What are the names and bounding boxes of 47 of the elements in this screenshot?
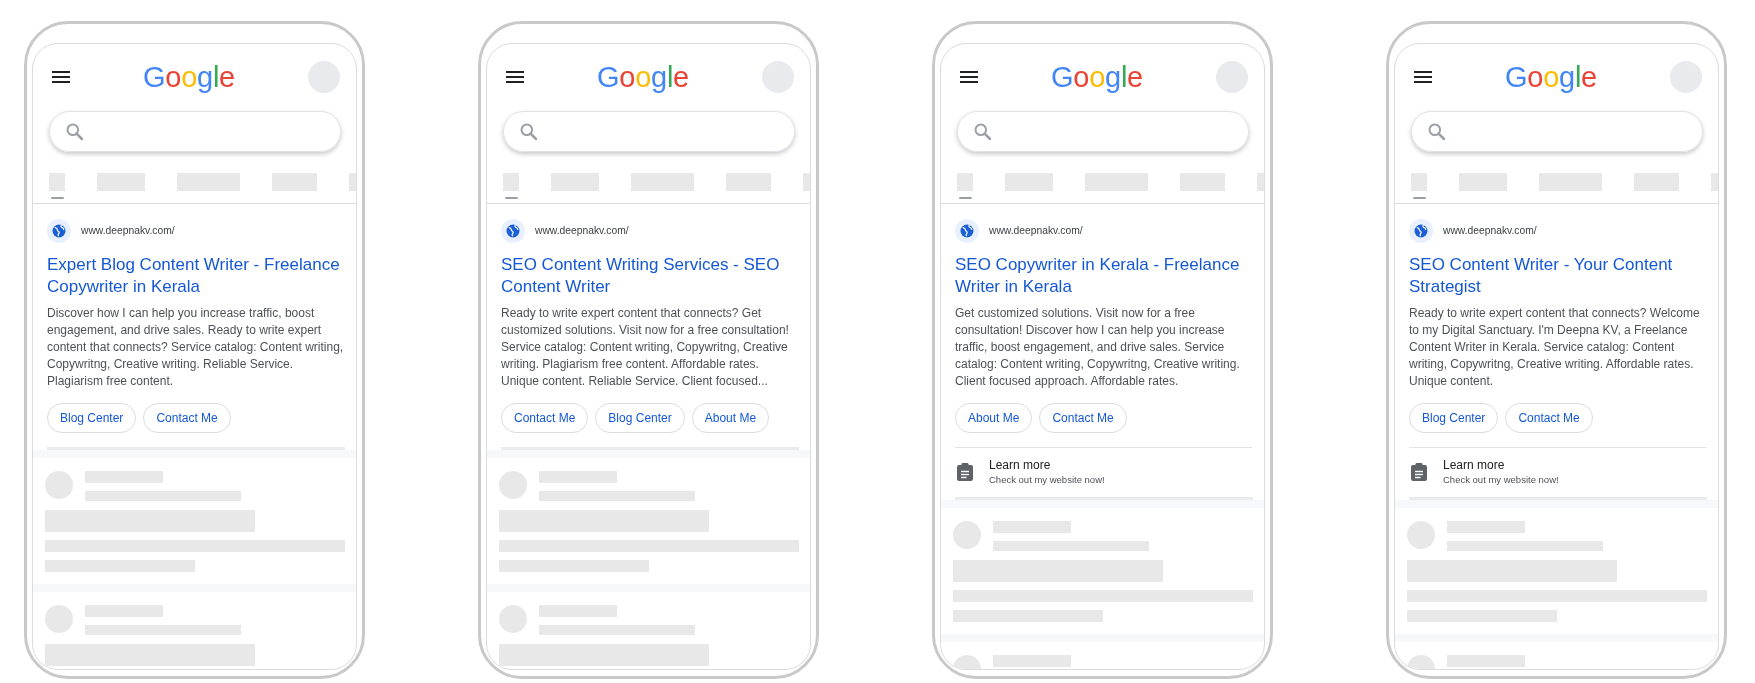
sitelink-button[interactable]: Blog Center — [595, 403, 685, 433]
result-title[interactable]: SEO Content Writing Services - SEO Content Writer — [501, 254, 798, 298]
extension-description: Check out my website now! — [1443, 473, 1559, 486]
sitelink-button[interactable]: About Me — [955, 403, 1033, 433]
result-title[interactable]: SEO Content Writer - Your Content Strategist — [1409, 254, 1706, 298]
search-icon — [974, 123, 991, 140]
menu-icon[interactable] — [52, 71, 70, 83]
result-snippet: Get customized solutions. Visit now for a free consultation! Discover how I can help you increase traffic, boost engagement, and drive sales. Service catalog: Content writing, Copywritng, Creative writing. Client focused approach. Affordable rates. — [955, 305, 1241, 390]
result-url: www.deepnakv.com/ — [535, 224, 629, 238]
globe-icon — [47, 219, 71, 243]
extension-title[interactable]: Learn more — [1443, 457, 1559, 473]
result-title[interactable]: SEO Copywriter in Kerala - Freelance Writer in Kerala — [955, 254, 1252, 298]
sitelink-button[interactable]: Contact Me — [1505, 403, 1593, 433]
tab-placeholder[interactable] — [49, 173, 65, 199]
search-icon — [1428, 123, 1445, 140]
sitelink-button[interactable]: Contact Me — [143, 403, 231, 433]
google-logo[interactable]: Google — [1505, 61, 1597, 93]
clipboard-icon — [1411, 462, 1427, 481]
result-url: www.deepnakv.com/ — [81, 224, 175, 238]
globe-icon — [1409, 219, 1433, 243]
google-logo[interactable]: Google — [1051, 61, 1143, 93]
sitelink-button[interactable]: About Me — [691, 403, 770, 433]
extension-description: Check out my website now! — [989, 473, 1105, 486]
clipboard-icon — [957, 462, 973, 481]
result-snippet: Discover how I can help you increase traffic, boost engagement, and drive sales. Ready to write expert content that connects? Service catalog: Content writing, Copywritng, Creative writing. Reliable Service. Plagiarism free content. — [47, 305, 344, 390]
google-logo[interactable]: Google — [597, 61, 689, 93]
sitelink-button[interactable]: Contact Me — [501, 403, 589, 433]
globe-icon — [955, 219, 979, 243]
sitelink-button[interactable]: Blog Center — [1409, 403, 1499, 433]
sitelink-button[interactable]: Blog Center — [47, 403, 137, 433]
tab-placeholder[interactable] — [503, 173, 519, 199]
menu-icon[interactable] — [1414, 71, 1432, 83]
search-icon — [520, 123, 537, 140]
result-url: www.deepnakv.com/ — [989, 224, 1083, 238]
google-logo[interactable]: Google — [143, 61, 235, 93]
search-icon — [66, 123, 83, 140]
result-url: www.deepnakv.com/ — [1443, 224, 1537, 238]
menu-icon[interactable] — [506, 71, 524, 83]
sitelink-button[interactable]: Contact Me — [1039, 403, 1127, 433]
result-snippet: Ready to write expert content that connects? Welcome to my Digital Sanctuary. I'm Deepna KV, a Freelance Content Writer in Kerala. Service catalog: Content writing, Copywritng, Creative writing. Affordable rates. Unique content. — [1409, 305, 1701, 390]
menu-icon[interactable] — [960, 71, 978, 83]
tab-placeholder[interactable] — [957, 173, 973, 199]
tab-placeholder[interactable] — [1411, 173, 1427, 199]
result-title[interactable]: Expert Blog Content Writer - Freelance Copywriter in Kerala — [47, 254, 344, 298]
globe-icon — [501, 219, 525, 243]
extension-title[interactable]: Learn more — [989, 457, 1105, 473]
result-snippet: Ready to write expert content that connects? Get customized solutions. Visit now for a free consultation! Service catalog: Content writing, Copywritng, Creative writing. Plagiarism free content. Affordable rates. Unique content. Reliable Service. Client focused... — [501, 305, 790, 390]
